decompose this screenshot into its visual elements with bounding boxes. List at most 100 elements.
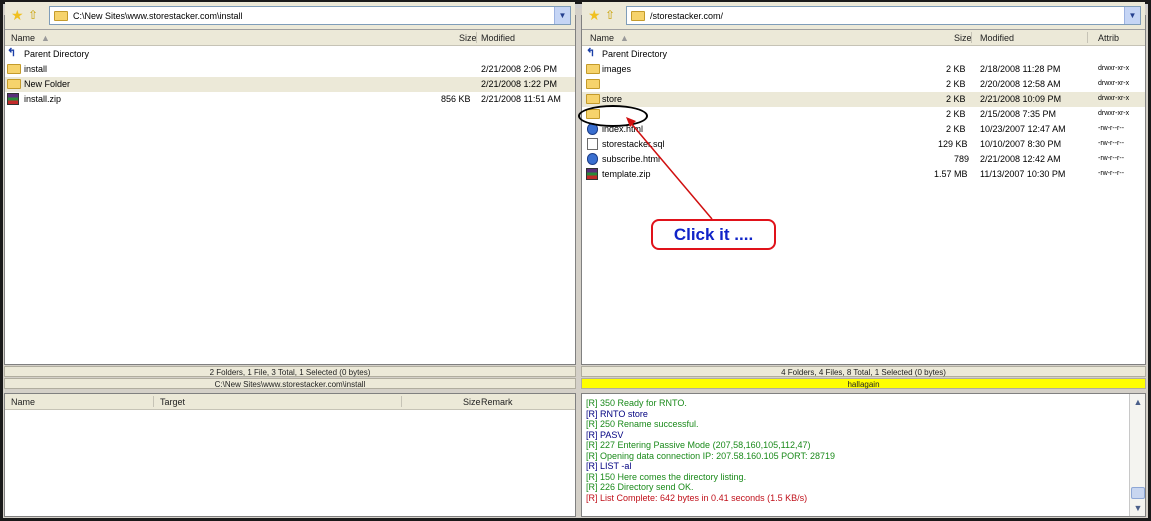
- column-size[interactable]: Size: [463, 397, 481, 407]
- file-name: storestacker.sql: [602, 139, 665, 149]
- file-attrib: drwxr-xr-x: [1098, 95, 1130, 102]
- column-attrib[interactable]: Attrib: [1098, 33, 1119, 43]
- scroll-up-icon[interactable]: ▲: [1130, 394, 1146, 410]
- remote-file-pane[interactable]: ★ ⇧ /storestacker.com/ ▼ Name ▲ Size Mod…: [581, 2, 1146, 365]
- remote-status-summary: 4 Folders, 4 Files, 8 Total, 1 Selected …: [581, 366, 1146, 377]
- local-file-list: ↰ Parent Directory install 2/21/2008 2:0…: [5, 47, 575, 107]
- favorites-star-icon[interactable]: ★: [588, 8, 602, 22]
- list-item-selected[interactable]: New Folder 2/21/2008 1:22 PM: [5, 77, 575, 92]
- file-name: store: [602, 94, 623, 104]
- list-item[interactable]: subscribe.html 789 2/21/2008 12:42 AM -r…: [582, 152, 1145, 167]
- list-item[interactable]: storestacker.sql 129 KB 10/10/2007 8:30 …: [582, 137, 1145, 152]
- favorites-star-icon[interactable]: ★: [11, 8, 25, 22]
- file-modified: 2/21/2008 10:09 PM: [980, 94, 1062, 104]
- html-file-icon: [587, 153, 598, 165]
- log-line: [R] 350 Ready for RNTO.: [586, 398, 687, 408]
- column-name[interactable]: Name: [590, 33, 614, 43]
- remote-path-text: /storestacker.com/: [650, 11, 724, 21]
- list-item[interactable]: template.zip 1.57 MB 11/13/2007 10:30 PM…: [582, 167, 1145, 182]
- list-item[interactable]: ↰ Parent Directory: [5, 47, 575, 62]
- list-item[interactable]: install.zip 856 KB 2/21/2008 11:51 AM: [5, 92, 575, 107]
- column-remark[interactable]: Remark: [481, 397, 513, 407]
- file-modified: 2/21/2008 11:51 AM: [481, 94, 561, 104]
- column-name[interactable]: Name: [11, 397, 35, 407]
- session-log: [R] 350 Ready for RNTO. [R] RNTO store […: [586, 398, 1127, 503]
- folder-icon: [586, 79, 600, 89]
- log-scrollbar[interactable]: ▲ ▼: [1129, 394, 1145, 516]
- column-modified[interactable]: Modified: [481, 33, 515, 43]
- file-name: template.zip: [602, 169, 651, 179]
- file-modified: 2/15/2008 7:35 PM: [980, 109, 1057, 119]
- local-path-text: C:\New Sites\www.storestacker.com\instal…: [73, 11, 243, 21]
- list-item[interactable]: index.html 2 KB 10/23/2007 12:47 AM -rw-…: [582, 122, 1145, 137]
- up-folder-icon[interactable]: ⇧: [28, 8, 42, 22]
- file-size: 2 KB: [946, 124, 966, 134]
- list-item[interactable]: ↰ Parent Directory: [582, 47, 1145, 62]
- up-folder-icon[interactable]: ⇧: [605, 8, 619, 22]
- remote-path-combobox[interactable]: /storestacker.com/ ▼: [626, 6, 1141, 25]
- zip-archive-icon: [586, 168, 598, 180]
- file-modified: 2/20/2008 12:58 AM: [980, 79, 1061, 89]
- file-attrib: drwxr-xr-x: [1098, 80, 1130, 87]
- list-item[interactable]: 2 KB 2/20/2008 12:58 AM drwxr-xr-x: [582, 77, 1145, 92]
- column-size[interactable]: Size: [459, 33, 477, 43]
- file-size: 789: [954, 154, 970, 164]
- session-log-pane[interactable]: [R] 350 Ready for RNTO. [R] RNTO store […: [581, 393, 1146, 517]
- log-line: [R] RNTO store: [586, 408, 648, 419]
- file-modified: 10/23/2007 12:47 AM: [980, 124, 1066, 134]
- log-line: [R] LIST -al: [586, 461, 632, 471]
- document-file-icon: [587, 138, 598, 150]
- file-attrib: drwxr-xr-x: [1098, 110, 1130, 117]
- file-attrib: -rw-r--r--: [1098, 140, 1125, 147]
- chevron-down-icon[interactable]: ▼: [1124, 7, 1140, 24]
- log-line: [R] 227 Entering Passive Mode (207,58,16…: [586, 440, 811, 450]
- local-file-pane[interactable]: ★ ⇧ C:\New Sites\www.storestacker.com\in…: [4, 2, 576, 365]
- column-separator[interactable]: [401, 396, 402, 407]
- column-separator[interactable]: [476, 32, 477, 43]
- column-separator[interactable]: [1087, 32, 1088, 43]
- file-size: 1.57 MB: [934, 169, 968, 179]
- list-item-selected[interactable]: store 2 KB 2/21/2008 10:09 PM drwxr-xr-x: [582, 92, 1145, 107]
- queue-column-header: Name Target Size Remark: [5, 394, 575, 410]
- parent-directory-icon: ↰: [7, 47, 17, 59]
- file-modified: 2/21/2008 12:42 AM: [980, 154, 1061, 164]
- scroll-thumb[interactable]: [1131, 487, 1145, 499]
- file-name: install: [24, 64, 48, 74]
- file-attrib: -rw-r--r--: [1098, 155, 1125, 162]
- list-item[interactable]: images 2 KB 2/18/2008 11:28 PM drwxr-xr-…: [582, 62, 1145, 77]
- file-name: Parent Directory: [602, 49, 668, 59]
- column-size[interactable]: Size: [954, 33, 972, 43]
- file-modified: 2/21/2008 2:06 PM: [481, 64, 558, 74]
- file-size: 2 KB: [946, 79, 966, 89]
- file-name: subscribe.html: [602, 154, 661, 164]
- folder-icon: [7, 64, 21, 74]
- file-name: install.zip: [24, 94, 62, 104]
- column-target[interactable]: Target: [160, 397, 185, 407]
- file-size: 2 KB: [946, 94, 966, 104]
- remote-status-user: hallagain: [581, 378, 1146, 389]
- scroll-down-icon[interactable]: ▼: [1130, 500, 1146, 516]
- log-line: [R] PASV: [586, 429, 624, 440]
- remote-file-list: ↰ Parent Directory images 2 KB 2/18/2008…: [582, 47, 1145, 182]
- list-item[interactable]: install 2/21/2008 2:06 PM: [5, 62, 575, 77]
- file-attrib: -rw-r--r--: [1098, 125, 1125, 132]
- local-column-header: Name ▲ Size Modified: [5, 30, 575, 46]
- column-separator[interactable]: [153, 396, 154, 407]
- log-line: [R] Opening data connection IP: 207.58.1…: [586, 450, 836, 461]
- transfer-queue-pane[interactable]: Name Target Size Remark: [4, 393, 576, 517]
- click-it-callout: Click it ....: [651, 219, 776, 250]
- file-size: 2 KB: [946, 109, 966, 119]
- file-size: 856 KB: [441, 94, 471, 104]
- sort-asc-icon: ▲: [41, 33, 50, 43]
- chevron-down-icon[interactable]: ▼: [554, 7, 570, 24]
- local-path-combobox[interactable]: C:\New Sites\www.storestacker.com\instal…: [49, 6, 571, 25]
- column-separator[interactable]: [971, 32, 972, 43]
- file-modified: 2/18/2008 11:28 PM: [980, 64, 1061, 74]
- column-modified[interactable]: Modified: [980, 33, 1014, 43]
- folder-icon: [631, 11, 645, 21]
- zip-archive-icon: [7, 93, 19, 105]
- column-name[interactable]: Name: [11, 33, 35, 43]
- list-item[interactable]: 2 KB 2/15/2008 7:35 PM drwxr-xr-x: [582, 107, 1145, 122]
- log-line: [R] 250 Rename successful.: [586, 419, 699, 429]
- file-attrib: drwxr-xr-x: [1098, 65, 1130, 72]
